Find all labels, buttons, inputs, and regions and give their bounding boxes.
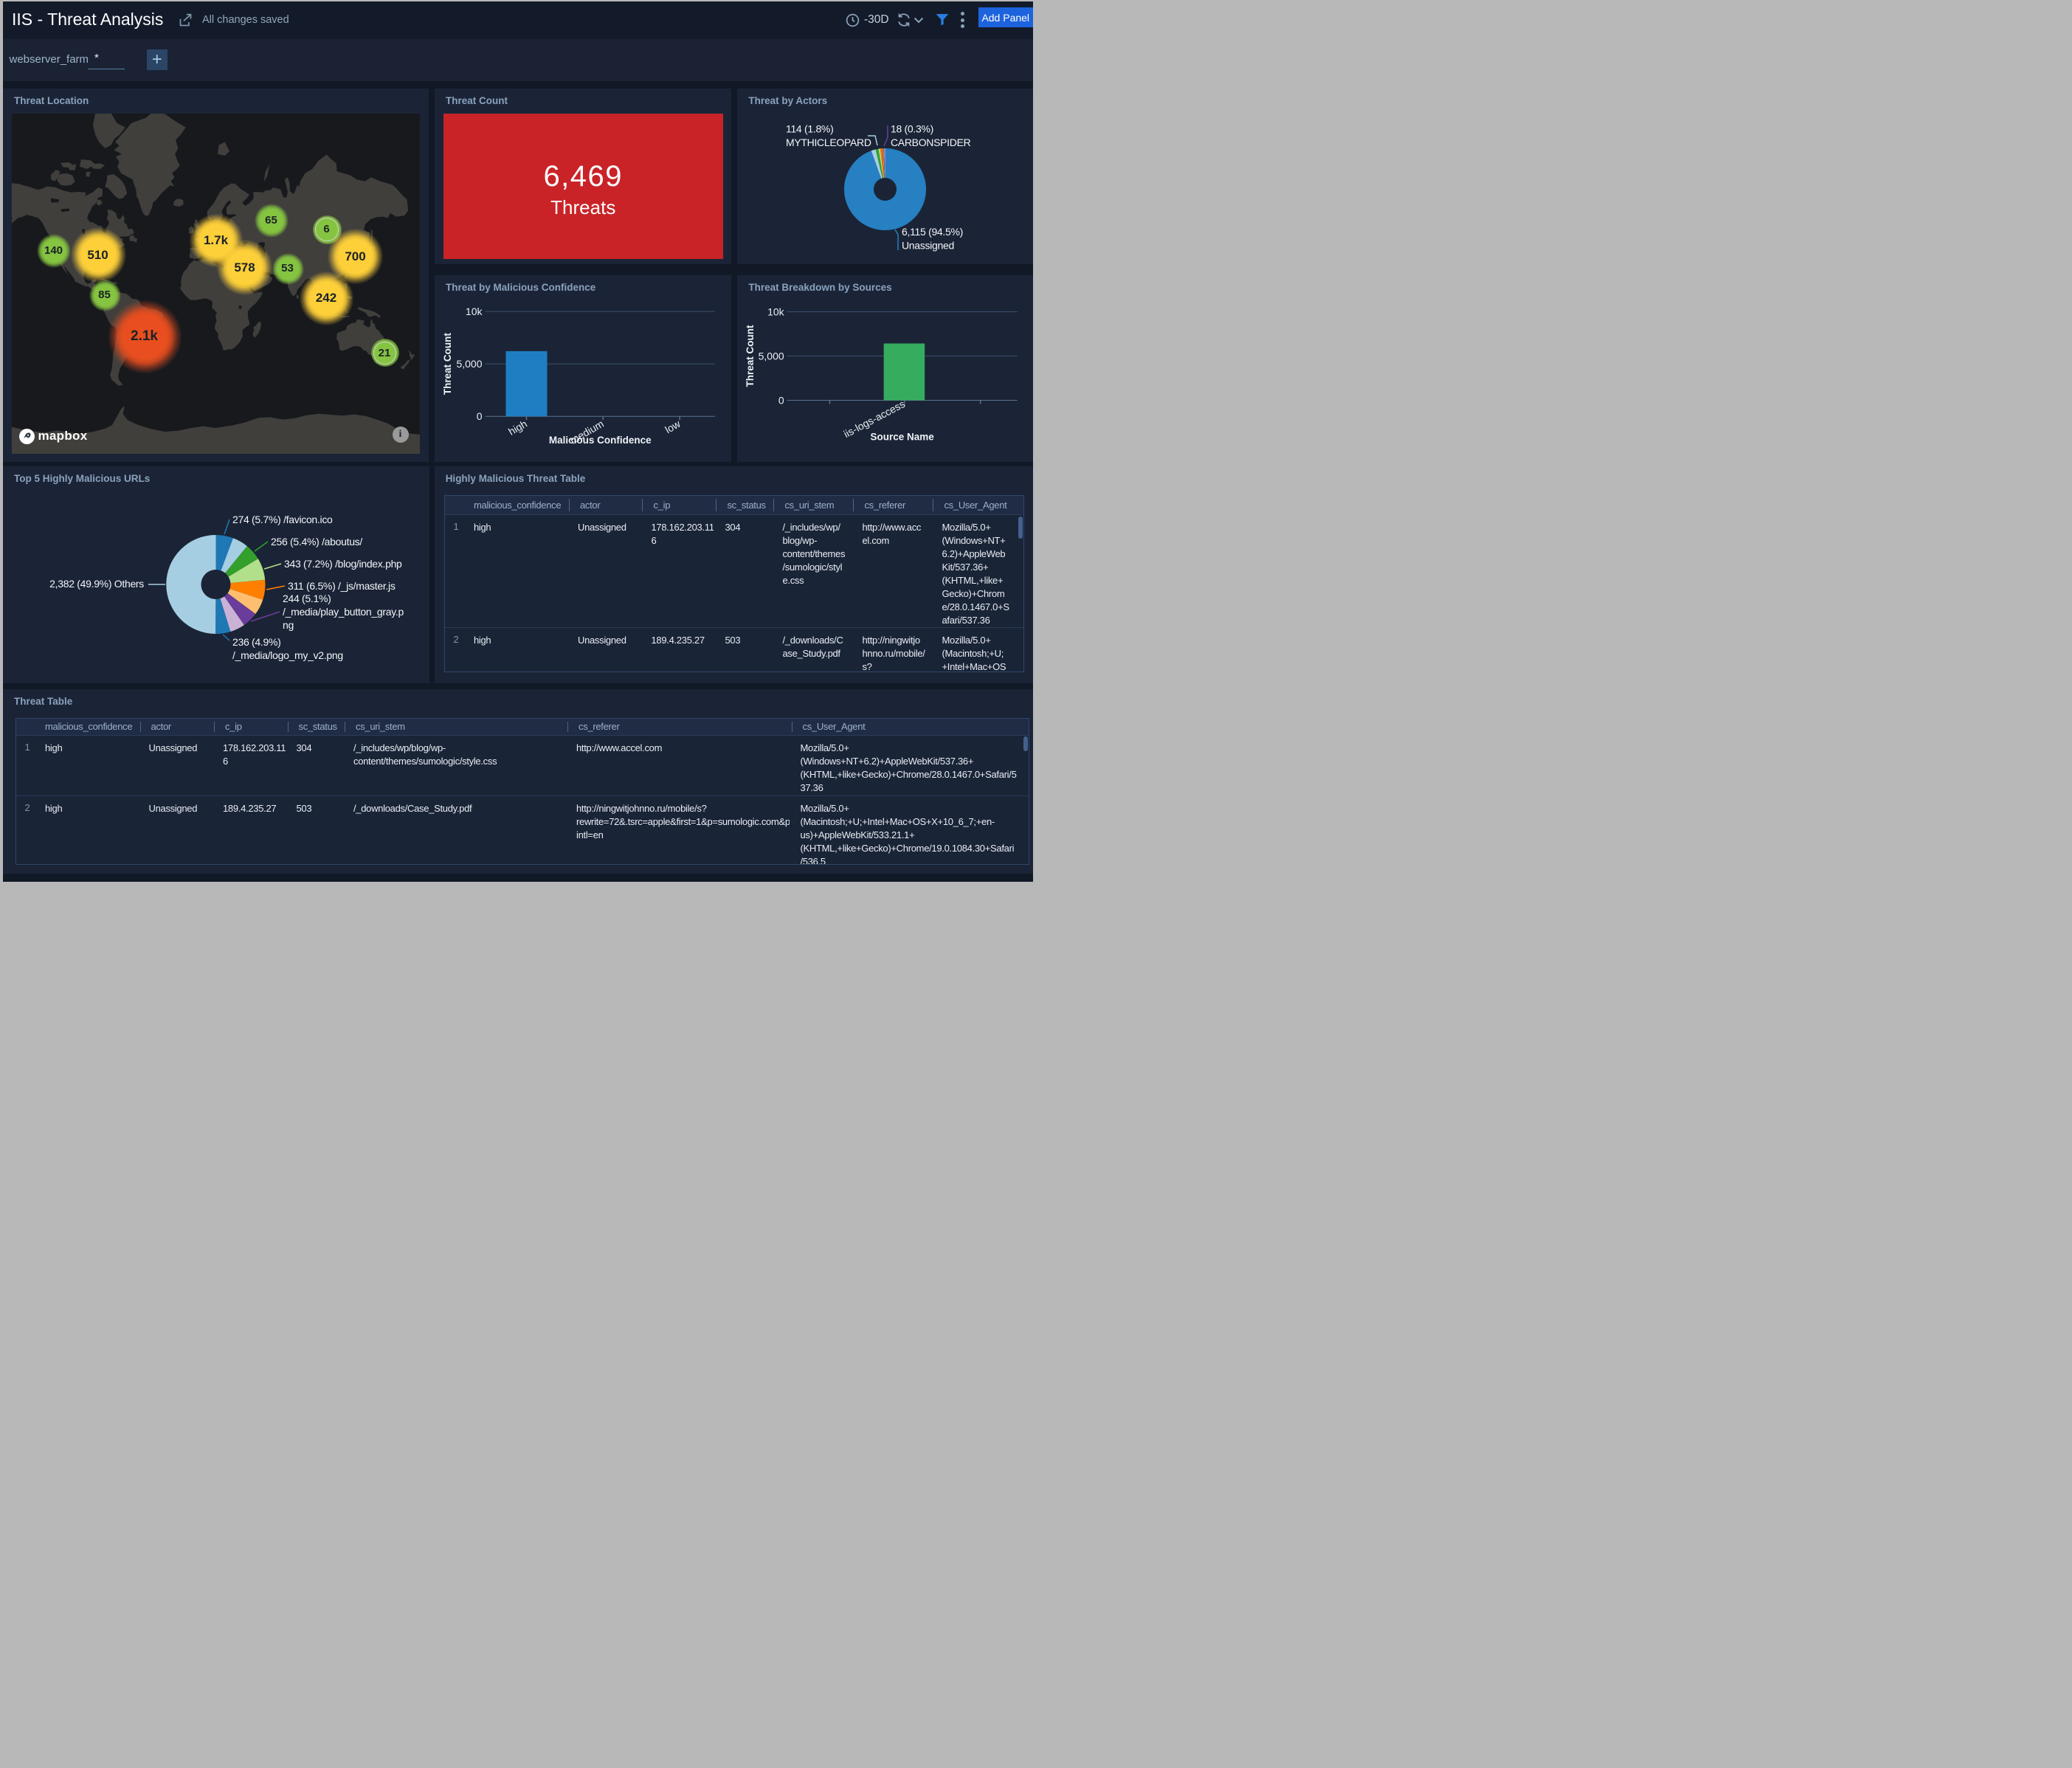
svg-text:high: high bbox=[506, 417, 529, 437]
svg-text:ng: ng bbox=[283, 619, 294, 631]
svg-text:311 (6.5%) /_js/master.js: 311 (6.5%) /_js/master.js bbox=[288, 580, 396, 592]
svg-text:/_media/play_button_gray.p: /_media/play_button_gray.p bbox=[283, 606, 404, 618]
svg-text:MYTHICLEOPARD: MYTHICLEOPARD bbox=[786, 137, 871, 148]
svg-text:236 (4.9%): 236 (4.9%) bbox=[232, 636, 280, 648]
svg-text:18 (0.3%): 18 (0.3%) bbox=[891, 123, 933, 135]
svg-text:0: 0 bbox=[477, 410, 483, 422]
svg-text:CARBONSPIDER: CARBONSPIDER bbox=[891, 137, 971, 148]
svg-text:274 (5.7%) /favicon.ico: 274 (5.7%) /favicon.ico bbox=[232, 514, 333, 525]
svg-text:343 (7.2%) /blog/index.php: 343 (7.2%) /blog/index.php bbox=[284, 558, 402, 570]
svg-text:114 (1.8%): 114 (1.8%) bbox=[786, 123, 833, 135]
svg-text:Unassigned: Unassigned bbox=[902, 240, 954, 252]
svg-text:low: low bbox=[663, 417, 683, 435]
svg-text:/_media/logo_my_v2.png: /_media/logo_my_v2.png bbox=[232, 649, 343, 661]
svg-text:Threat Count: Threat Count bbox=[442, 332, 453, 394]
svg-text:10k: 10k bbox=[466, 305, 483, 317]
svg-text:Malicious Confidence: Malicious Confidence bbox=[549, 435, 652, 446]
svg-text:5,000: 5,000 bbox=[456, 358, 482, 370]
svg-text:256 (5.4%) /aboutus/: 256 (5.4%) /aboutus/ bbox=[271, 536, 362, 548]
svg-text:2,382 (49.9%) Others: 2,382 (49.9%) Others bbox=[49, 578, 144, 590]
svg-text:6,115 (94.5%): 6,115 (94.5%) bbox=[902, 226, 963, 238]
svg-text:244 (5.1%): 244 (5.1%) bbox=[283, 593, 331, 604]
